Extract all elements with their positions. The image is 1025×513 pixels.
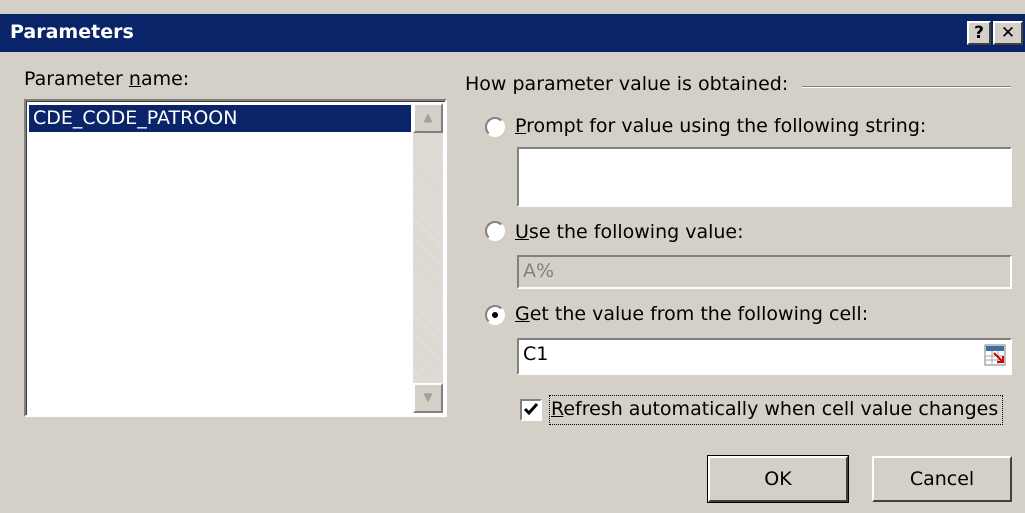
prompt-label[interactable]: Prompt for value using the following str… bbox=[515, 115, 926, 137]
title-bar: Parameters ? ✕ bbox=[0, 14, 1025, 52]
use-value-label[interactable]: Use the following value: bbox=[515, 221, 744, 243]
parameter-name-label: Parameter name: bbox=[24, 68, 190, 90]
prompt-input[interactable] bbox=[517, 147, 1012, 207]
close-button[interactable]: ✕ bbox=[993, 21, 1023, 45]
from-cell-label[interactable]: Get the value from the following cell: bbox=[515, 303, 868, 325]
window-title: Parameters bbox=[10, 21, 134, 43]
refresh-label[interactable]: Refresh automatically when cell value ch… bbox=[551, 398, 998, 420]
refresh-checkbox[interactable] bbox=[520, 399, 542, 421]
use-value-input[interactable]: A% bbox=[517, 255, 1012, 289]
scroll-down-button[interactable]: ▼ bbox=[413, 383, 443, 413]
radio-selected-dot bbox=[492, 312, 498, 318]
cancel-button[interactable]: Cancel bbox=[872, 456, 1012, 502]
prompt-radio[interactable] bbox=[485, 117, 505, 137]
checkmark-icon bbox=[523, 403, 539, 416]
cell-reference-input[interactable]: C1 bbox=[517, 338, 1012, 375]
group-divider bbox=[802, 86, 1011, 88]
range-select-icon[interactable] bbox=[984, 344, 1006, 366]
scroll-up-button[interactable]: ▲ bbox=[413, 103, 443, 133]
group-label: How parameter value is obtained: bbox=[465, 73, 789, 95]
list-item[interactable]: CDE_CODE_PATROON bbox=[29, 105, 411, 132]
ok-button[interactable]: OK bbox=[707, 455, 849, 503]
parameter-list[interactable]: CDE_CODE_PATROON ▲ ▼ bbox=[24, 99, 447, 417]
list-scrollbar[interactable]: ▲ ▼ bbox=[413, 103, 443, 413]
help-button[interactable]: ? bbox=[967, 21, 991, 45]
from-cell-radio[interactable] bbox=[485, 305, 505, 325]
cell-reference-value: C1 bbox=[523, 343, 549, 365]
use-value-radio[interactable] bbox=[485, 221, 505, 241]
